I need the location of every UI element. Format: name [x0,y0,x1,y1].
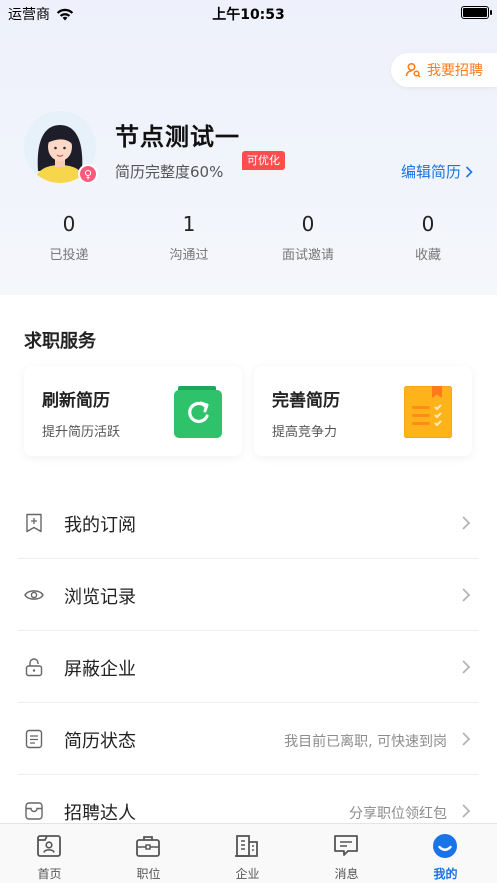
wallet-icon [25,802,43,820]
recruit-expert-hint: 分享职位领红包 [349,806,447,822]
stat-contacted[interactable]: 1 沟通过 [129,212,249,263]
menu-label: 浏览记录 [64,587,136,608]
lock-icon [25,658,43,677]
menu-label: 简历状态 [64,731,136,752]
tab-messages[interactable]: 消息 [297,824,396,883]
user-name: 节点测试一 [115,123,240,151]
card-title: 刷新简历 [42,391,110,411]
menu-item-resume-status[interactable]: 简历状态 我目前已离职, 可快速到岗 [0,703,497,775]
chevron-right-icon [462,660,471,674]
menu-item-subscriptions[interactable]: 我的订阅 [0,487,497,559]
battery-icon [461,6,492,19]
refresh-icon [174,386,222,438]
tab-home[interactable]: 首页 [0,824,99,883]
tab-label: 职位 [136,867,161,881]
stat-number: 1 [182,212,196,236]
tab-companies[interactable]: 企业 [198,824,297,883]
briefcase-icon [136,836,160,857]
tab-label: 首页 [37,867,62,881]
stat-number: 0 [421,212,435,236]
chevron-right-icon [462,516,471,530]
chevron-right-icon [462,804,471,818]
menu-label: 招聘达人 [64,803,136,824]
stat-label: 已投递 [49,248,89,263]
refresh-resume-card[interactable]: 刷新简历 提升简历活跃 [24,366,242,456]
section-title-services: 求职服务 [24,331,96,352]
menu-label: 屏蔽企业 [64,659,136,680]
card-title: 完善简历 [272,391,340,411]
card-subtitle: 提升简历活跃 [42,425,121,440]
stat-number: 0 [62,212,76,236]
stat-label: 面试邀请 [281,248,334,263]
document-icon [25,729,43,749]
menu-item-blocked-companies[interactable]: 屏蔽企业 [0,631,497,703]
tab-bar: 首页 职位 企业 消息 我的 [0,823,497,883]
card-subtitle: 提高竞争力 [272,425,338,440]
edit-resume-link[interactable]: 编辑简历 [401,161,473,182]
chevron-right-icon [465,165,473,178]
resume-status-value: 我目前已离职, 可快速到岗 [284,734,447,750]
home-icon [37,835,61,857]
notebook-icon [404,386,452,438]
status-bar: 运营商 上午10:53 [0,0,497,26]
stat-favorites[interactable]: 0 收藏 [368,212,488,263]
recruiter-icon [405,62,421,78]
stat-label: 收藏 [414,248,441,263]
tab-jobs[interactable]: 职位 [99,824,198,883]
stat-label: 沟通过 [169,248,209,263]
tab-label: 消息 [334,867,359,881]
stats-row: 0 已投递 1 沟通过 0 面试邀请 0 收藏 [0,212,497,272]
tab-profile[interactable]: 我的 [396,824,495,883]
recruit-button[interactable]: 我要招聘 [391,53,497,87]
building-icon [235,835,258,857]
edit-resume-label: 编辑简历 [400,163,461,181]
chevron-right-icon [462,588,471,602]
tab-label: 企业 [235,867,260,881]
resume-completeness: 简历完整度60% [115,163,224,181]
menu-label: 我的订阅 [64,515,136,536]
stat-delivered[interactable]: 0 已投递 [9,212,129,263]
bookmark-icon [26,513,42,533]
tab-label: 我的 [433,867,458,881]
menu-item-browse-history[interactable]: 浏览记录 [0,559,497,631]
chevron-right-icon [462,732,471,746]
complete-resume-card[interactable]: 完善简历 提高竞争力 [254,366,472,456]
eye-icon [24,590,44,600]
recruit-button-label: 我要招聘 [427,63,483,79]
female-icon: ♀ [78,164,98,184]
stat-number: 0 [301,212,315,236]
stat-interview-invites[interactable]: 0 面试邀请 [248,212,368,263]
message-icon [334,835,358,856]
clock: 上午10:53 [212,7,285,23]
profile-icon [433,834,457,858]
optimize-badge[interactable]: 可优化 [242,151,285,170]
